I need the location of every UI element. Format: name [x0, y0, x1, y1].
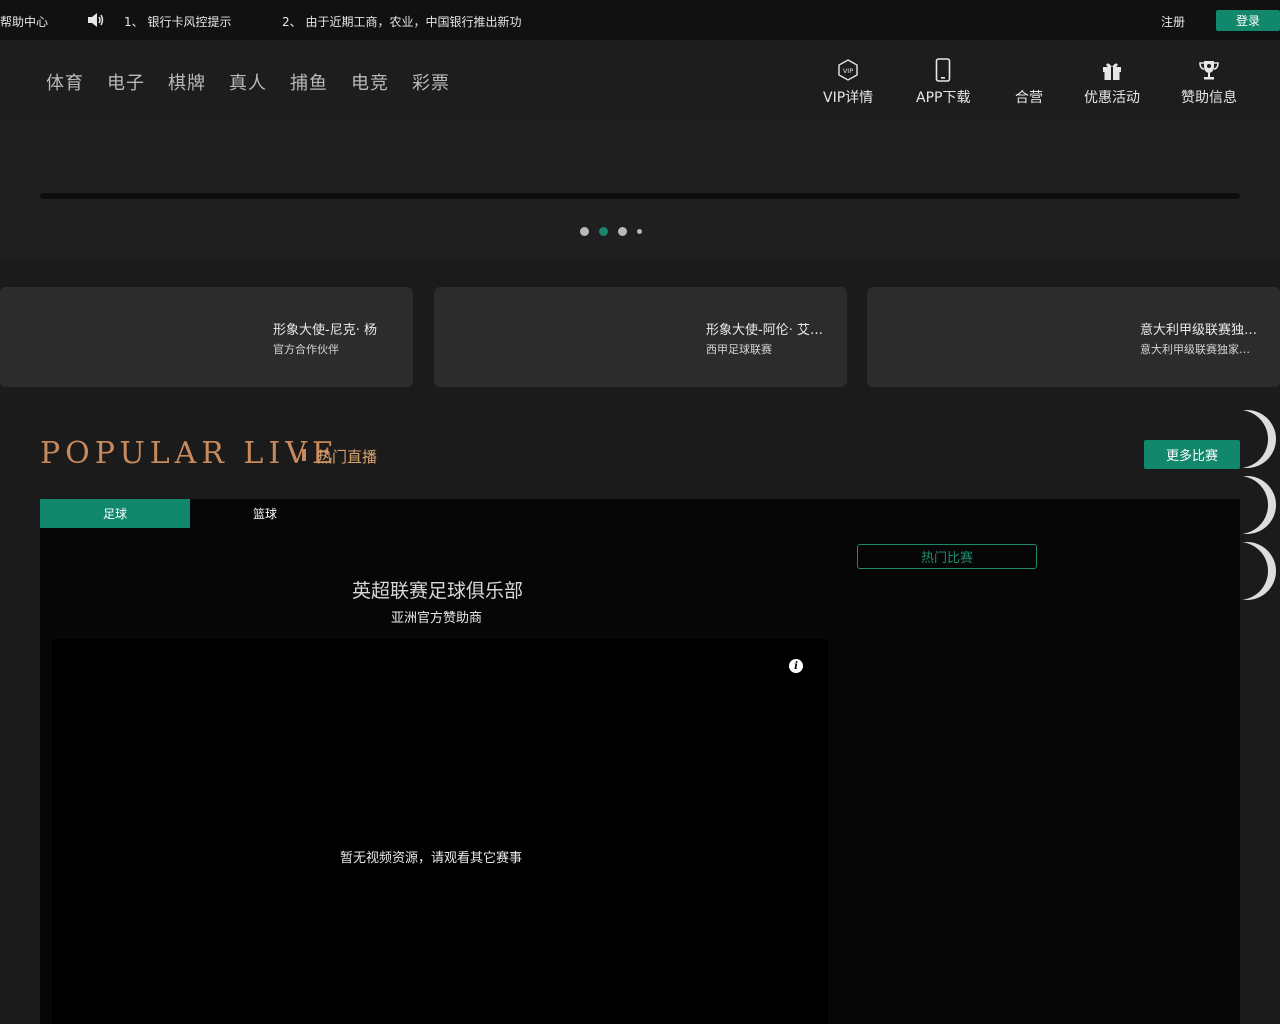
sponsorship-button[interactable]: 赞助信息 — [1181, 57, 1237, 107]
popular-live-title: POPULAR LIVE — [40, 436, 339, 471]
promotions-label: 优惠活动 — [1084, 90, 1140, 106]
card-subtitle: 官方合作伙伴 — [273, 343, 339, 356]
speaker-icon — [87, 12, 105, 28]
carousel-dot-4[interactable] — [637, 229, 642, 234]
live-panel: 足球 篮球 英超联赛足球俱乐部 亚洲官方赞助商 i 暂无视频资源，请观看其它赛事… — [40, 499, 1240, 1024]
affiliate-label: 合营 — [1015, 90, 1043, 106]
carousel-dot-3[interactable] — [618, 227, 627, 236]
affiliate-button[interactable]: 合营 — [1015, 57, 1043, 107]
register-link[interactable]: 注册 — [1161, 13, 1185, 30]
ambassador-card-1[interactable]: 形象大使-尼克· 杨 官方合作伙伴 — [0, 287, 413, 387]
card-title: 形象大使-阿伦· 艾… — [706, 323, 823, 338]
info-icon[interactable]: i — [789, 659, 803, 673]
notice-item-1[interactable]: 1、 银行卡风控提示 — [124, 13, 231, 30]
hot-matches-button[interactable]: 热门比赛 — [857, 544, 1037, 569]
vip-icon: VIP — [823, 57, 873, 83]
carousel-dot-2[interactable] — [599, 227, 608, 236]
no-video-message: 暂无视频资源，请观看其它赛事 — [340, 851, 523, 866]
login-button[interactable]: 登录 — [1216, 10, 1280, 31]
ambassador-card-3[interactable]: 意大利甲级联赛独… 意大利甲级联赛独家… — [867, 287, 1280, 387]
carousel-dot-1[interactable] — [580, 227, 589, 236]
help-center-link[interactable]: 帮助中心 — [0, 13, 48, 30]
banner-carousel — [0, 120, 1280, 260]
app-download-label: APP下载 — [916, 90, 971, 106]
tab-basketball[interactable]: 篮球 — [190, 499, 340, 528]
float-button-3[interactable] — [1218, 542, 1276, 600]
ambassador-card-2[interactable]: 形象大使-阿伦· 艾… 西甲足球联赛 — [434, 287, 847, 387]
carousel-dots — [580, 227, 642, 236]
card-title: 形象大使-尼克· 杨 — [273, 323, 377, 338]
top-bar: 帮助中心 1、 银行卡风控提示 2、 由于近期工商，农业，中国银行推出新功 注册… — [0, 0, 1280, 40]
svg-text:VIP: VIP — [843, 67, 853, 75]
match-title: 英超联赛足球俱乐部 — [352, 580, 524, 602]
notice-item-2[interactable]: 2、 由于近期工商，农业，中国银行推出新功 — [282, 13, 521, 30]
popular-live-subtitle: 热门直播 — [317, 448, 378, 466]
nav-tools: VIP VIP详情 APP下载 合营 优惠活动 赞助信息 — [0, 40, 1280, 120]
gift-icon — [1084, 57, 1140, 83]
vip-details-button[interactable]: VIP VIP详情 — [823, 57, 873, 107]
float-button-2[interactable] — [1218, 476, 1276, 534]
trophy-icon — [1181, 57, 1237, 83]
vip-details-label: VIP详情 — [823, 90, 874, 106]
match-subtitle: 亚洲官方赞助商 — [391, 611, 483, 626]
affiliate-icon-placeholder — [1015, 57, 1043, 83]
title-divider — [302, 449, 306, 461]
sponsorship-label: 赞助信息 — [1181, 90, 1237, 106]
phone-icon — [916, 57, 970, 83]
card-subtitle: 意大利甲级联赛独家… — [1140, 343, 1250, 356]
video-player[interactable] — [52, 639, 828, 1024]
app-download-button[interactable]: APP下载 — [916, 57, 970, 107]
card-title: 意大利甲级联赛独… — [1140, 323, 1258, 338]
tab-football[interactable]: 足球 — [40, 499, 190, 528]
card-subtitle: 西甲足球联赛 — [706, 343, 772, 356]
float-button-1[interactable] — [1218, 410, 1276, 468]
promotions-button[interactable]: 优惠活动 — [1084, 57, 1140, 107]
banner-strip — [40, 193, 1240, 199]
main-nav: 体育 电子 棋牌 真人 捕鱼 电竞 彩票 VIP VIP详情 APP下载 合营 … — [0, 40, 1280, 120]
